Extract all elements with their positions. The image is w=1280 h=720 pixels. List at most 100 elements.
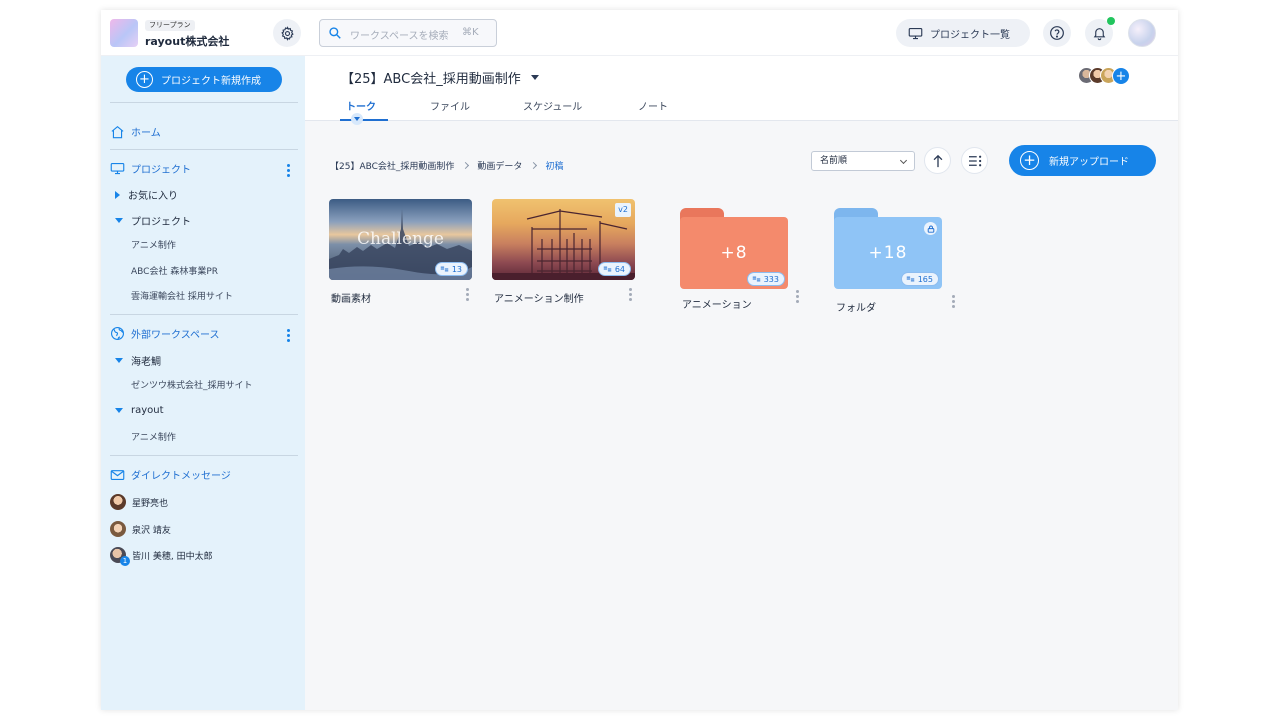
- comment-count-badge: 64: [597, 262, 631, 276]
- tab-schedule[interactable]: スケジュール: [523, 98, 603, 121]
- monitor-icon: [110, 162, 125, 175]
- file-card[interactable]: Challenge 13 動画素材: [329, 199, 472, 305]
- folder-count: +18: [868, 243, 908, 263]
- breadcrumb-item[interactable]: 【25】ABC会社_採用動画制作: [330, 159, 454, 172]
- sidebar-item-home[interactable]: ホーム: [110, 124, 161, 139]
- video-thumbnail[interactable]: Challenge 13: [329, 199, 472, 280]
- upload-label: 新規アップロード: [1049, 157, 1129, 168]
- settings-button[interactable]: [273, 19, 301, 47]
- tab-label: スケジュール: [523, 102, 583, 113]
- tab-label: トーク: [346, 102, 376, 113]
- project-tabs: トーク ファイル スケジュール ノート: [340, 98, 688, 125]
- comment-count-badge: 13: [434, 262, 468, 276]
- tab-files[interactable]: ファイル: [430, 98, 490, 121]
- file-name: アニメーション制作: [494, 294, 584, 305]
- sidebar-item-external-project[interactable]: アニメ制作: [131, 430, 176, 443]
- external-group-label: rayout: [131, 405, 164, 416]
- add-member-button[interactable]: +: [1112, 67, 1130, 85]
- member-avatars[interactable]: +: [1078, 67, 1130, 85]
- avatar: 1: [110, 547, 130, 566]
- sidebar-item-project[interactable]: 雲海運輸会社 採用サイト: [131, 289, 233, 302]
- tab-notes[interactable]: ノート: [638, 98, 688, 121]
- shared-icon: [924, 222, 937, 235]
- projects-menu-icon[interactable]: [287, 164, 290, 177]
- app-window: フリープラン rayout株式会社 ワークスペースを検索 ⌘K プロジェクト一覧…: [101, 10, 1178, 710]
- sidebar-item-external-group[interactable]: 海老鯛: [115, 353, 161, 368]
- more-options-icon[interactable]: [796, 290, 799, 303]
- view-toggle-button[interactable]: [961, 147, 988, 174]
- avatar: [110, 494, 126, 510]
- project-title[interactable]: 【25】ABC会社_採用動画制作: [341, 68, 539, 87]
- search-shortcut: ⌘K: [462, 27, 479, 38]
- chevron-right-icon: [530, 161, 538, 170]
- sidebar-section-projects[interactable]: プロジェクト: [110, 161, 191, 176]
- sidebar: + プロジェクト新規作成 ホーム プロジェクト お気に入り プロジェクト アニメ…: [101, 56, 305, 710]
- thumbnail-overlay-text: Challenge: [357, 229, 444, 249]
- home-icon: [111, 125, 124, 138]
- help-button[interactable]: [1043, 19, 1071, 47]
- new-project-button[interactable]: + プロジェクト新規作成: [126, 67, 282, 92]
- more-options-icon[interactable]: [629, 288, 632, 301]
- plus-icon: +: [136, 71, 153, 88]
- favorites-label: お気に入り: [128, 191, 178, 202]
- plus-icon: +: [1020, 151, 1039, 170]
- chevron-down-icon[interactable]: [351, 113, 363, 125]
- folder-card[interactable]: +18 165 フォルダ: [834, 208, 955, 314]
- comment-count: 13: [451, 264, 462, 274]
- sidebar-item-external-project[interactable]: ゼンツウ株式会社_採用サイト: [131, 378, 253, 391]
- divider: [110, 149, 298, 150]
- file-card[interactable]: v2 64 アニメーション制作: [492, 199, 635, 305]
- divider: [110, 455, 298, 456]
- more-options-icon[interactable]: [952, 295, 955, 308]
- comment-count: 165: [917, 274, 933, 284]
- sidebar-item-favorites[interactable]: お気に入り: [115, 187, 178, 202]
- main-content: 【25】ABC会社_採用動画制作 トーク ファイル スケジュール ノート + 【…: [305, 56, 1178, 710]
- dm-section-label: ダイレクトメッセージ: [131, 471, 231, 482]
- workspace-logo[interactable]: [110, 19, 138, 47]
- sidebar-item-project[interactable]: アニメ制作: [131, 238, 176, 251]
- dm-name: 星野亮也: [132, 498, 169, 509]
- chevron-down-icon: [899, 156, 908, 165]
- tab-talk[interactable]: トーク: [340, 98, 388, 125]
- new-project-label: プロジェクト新規作成: [161, 76, 261, 87]
- dm-item[interactable]: 1 皆川 美穂, 田中太郎: [110, 547, 213, 566]
- company-name[interactable]: rayout株式会社: [145, 33, 229, 49]
- upload-button[interactable]: + 新規アップロード: [1009, 145, 1156, 176]
- folder-thumbnail[interactable]: +8 333: [680, 208, 788, 289]
- comment-icon: [752, 276, 760, 282]
- external-menu-icon[interactable]: [287, 329, 290, 342]
- globe-icon: [111, 327, 124, 340]
- caret-right-icon: [115, 190, 120, 199]
- sidebar-item-project[interactable]: ABC会社 森林事業PR: [131, 264, 218, 277]
- list-view-icon: [968, 155, 981, 166]
- sort-direction-button[interactable]: [924, 147, 951, 174]
- dm-item[interactable]: 泉沢 靖友: [110, 521, 171, 537]
- external-section-label: 外部ワークスペース: [131, 330, 220, 341]
- caret-down-icon: [115, 408, 123, 413]
- sidebar-section-dm[interactable]: ダイレクトメッセージ: [110, 467, 231, 482]
- sort-label: 名前順: [820, 156, 848, 166]
- chevron-right-icon: [462, 161, 470, 170]
- sidebar-section-external[interactable]: 外部ワークスペース: [110, 326, 220, 341]
- monitor-icon: [908, 27, 923, 39]
- sidebar-item-external-group[interactable]: rayout: [115, 405, 164, 416]
- dm-item[interactable]: 星野亮也: [110, 494, 168, 510]
- caret-down-icon: [115, 218, 123, 223]
- folder-card[interactable]: +8 333 アニメーション: [680, 208, 799, 311]
- project-list-button[interactable]: プロジェクト一覧: [896, 19, 1030, 47]
- search-icon: [329, 27, 341, 39]
- breadcrumb-item[interactable]: 動画データ: [477, 159, 522, 172]
- sort-select[interactable]: 名前順: [811, 151, 915, 171]
- user-avatar[interactable]: [1128, 19, 1156, 47]
- search-box[interactable]: ワークスペースを検索 ⌘K: [319, 19, 497, 47]
- mail-icon: [110, 469, 125, 480]
- plan-badge: フリープラン: [145, 20, 195, 31]
- folder-thumbnail[interactable]: +18 165: [834, 208, 942, 289]
- dm-group-badge: 1: [120, 556, 130, 566]
- more-options-icon[interactable]: [466, 288, 469, 301]
- comment-count: 333: [763, 274, 779, 284]
- sidebar-item-projects-group[interactable]: プロジェクト: [115, 213, 191, 228]
- video-thumbnail[interactable]: v2 64: [492, 199, 635, 280]
- breadcrumb: 【25】ABC会社_採用動画制作 動画データ 初稿: [330, 159, 563, 172]
- bell-icon: [1093, 28, 1105, 41]
